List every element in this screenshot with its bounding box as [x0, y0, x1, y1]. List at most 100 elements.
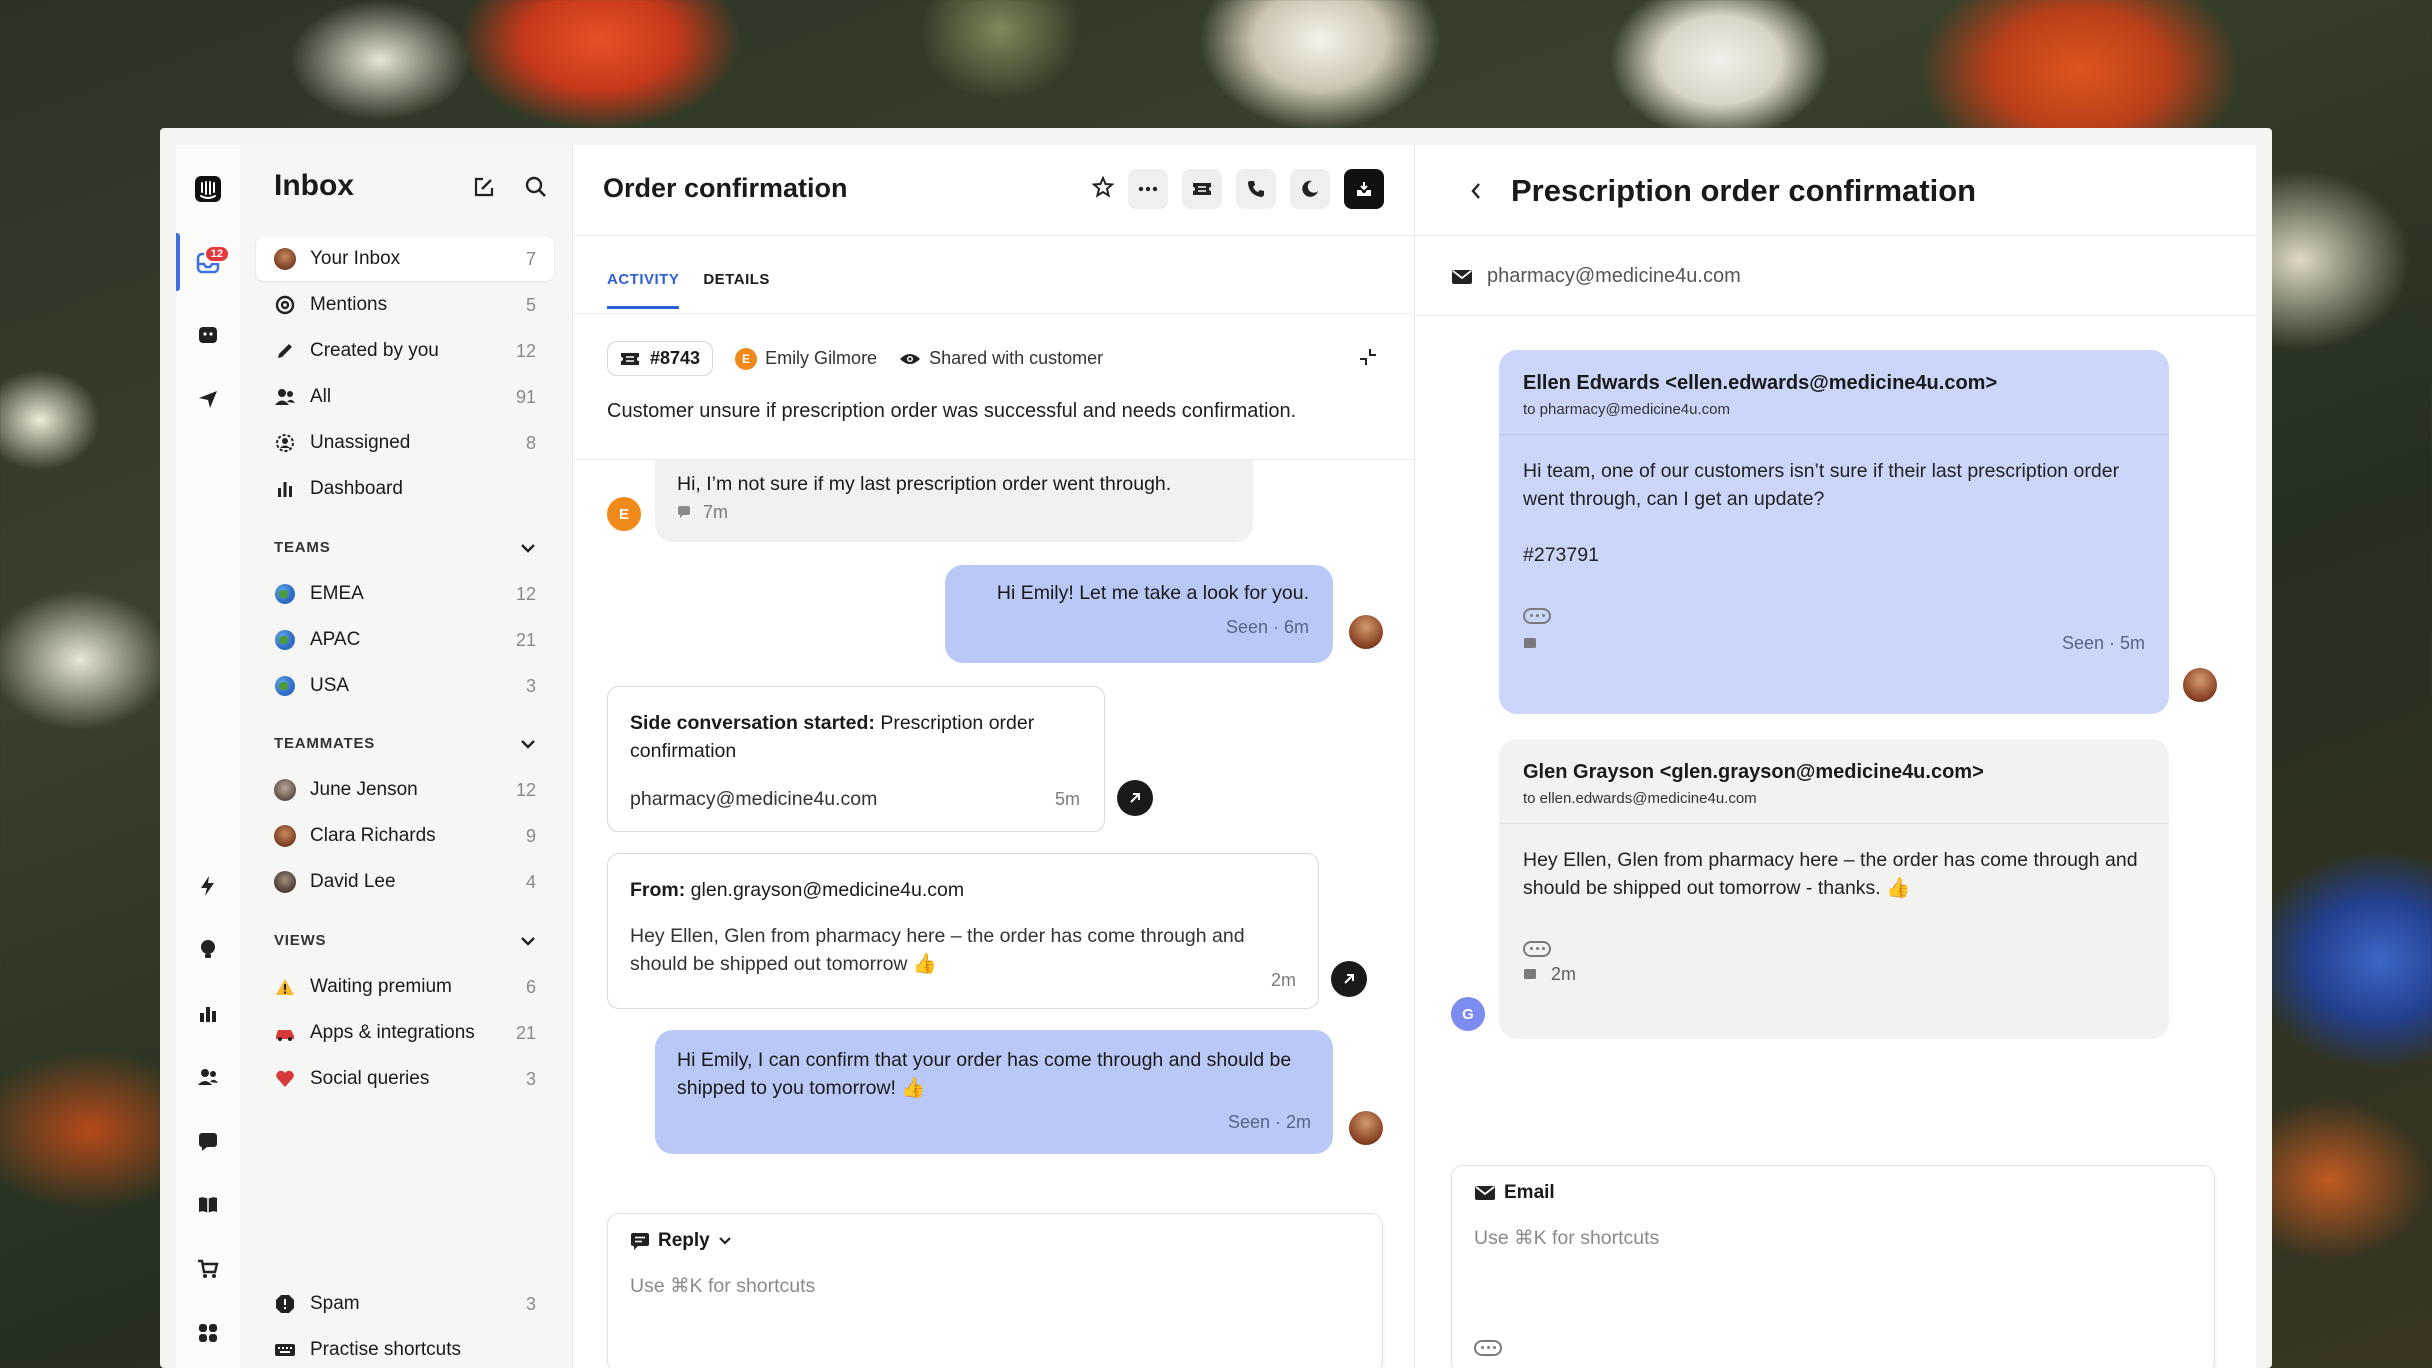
agent-avatar — [1349, 1111, 1383, 1145]
snooze-button[interactable] — [1290, 169, 1330, 209]
email-reply-card[interactable]: From: glen.grayson@medicine4u.com Hey El… — [607, 853, 1319, 1009]
spam-icon — [274, 1293, 296, 1315]
avatar-icon — [274, 248, 296, 270]
sidebar-item-social-queries[interactable]: Social queries 3 — [256, 1057, 554, 1101]
at-icon — [274, 294, 296, 316]
tab-activity[interactable]: ACTIVITY — [607, 271, 680, 309]
customer-chip[interactable]: E Emily Gilmore — [735, 347, 877, 370]
icon-rail: 12 — [176, 145, 240, 1368]
reply-mode-dropdown[interactable]: Reply — [630, 1230, 732, 1252]
sidebar-item-all[interactable]: All 91 — [256, 375, 554, 419]
conversation-title: Order confirmation — [603, 173, 848, 203]
eye-icon — [900, 353, 921, 364]
agent-avatar — [1349, 615, 1383, 649]
email-message: Glen Grayson <glen.grayson@medicine4u.co… — [1499, 739, 2169, 1039]
apps-grid-icon[interactable] — [194, 1319, 222, 1347]
more-formatting-icon[interactable] — [1474, 1336, 1502, 1356]
bot-icon[interactable] — [194, 321, 222, 349]
sidebar-item-practise-shortcuts[interactable]: Practise shortcuts — [256, 1328, 554, 1368]
sidebar-item-created-by-you[interactable]: Created by you 12 — [256, 329, 554, 373]
email-mode-label[interactable]: Email — [1474, 1182, 1555, 1204]
sidebar-item-your-inbox[interactable]: Your Inbox 7 — [256, 237, 554, 281]
shared-with-customer: Shared with customer — [899, 348, 1103, 369]
side-conversation-card[interactable]: Side conversation started: Prescription … — [607, 686, 1105, 832]
inbox-icon[interactable]: 12 — [194, 245, 230, 277]
email-composer[interactable]: Email Use ⌘K for shortcuts — [1451, 1165, 2215, 1368]
chevron-down-icon — [718, 1237, 731, 1245]
compose-icon[interactable] — [472, 175, 496, 204]
sidebar-title: Inbox — [274, 169, 354, 202]
globe-icon — [274, 675, 296, 697]
pencil-icon — [274, 340, 296, 362]
expand-quoted-icon[interactable] — [1523, 597, 2145, 625]
reply-input[interactable]: Use ⌘K for shortcuts — [630, 1274, 815, 1298]
sidebar-item-david-lee[interactable]: David Lee 4 — [256, 860, 554, 904]
inbox-sidebar: Inbox Your Inbox 7 Mentions 5 Created by y… — [240, 145, 572, 1368]
collapse-icon[interactable] — [1358, 347, 1378, 372]
send-icon[interactable] — [194, 385, 222, 413]
active-indicator — [176, 233, 180, 291]
ticket-id-pill[interactable]: #8743 — [607, 341, 714, 376]
inbox-badge: 12 — [203, 245, 230, 263]
search-icon[interactable] — [524, 175, 548, 204]
message-agent: Hi Emily, I can confirm that your order … — [655, 1030, 1333, 1154]
sidebar-item-unassigned[interactable]: Unassigned 8 — [256, 421, 554, 465]
contacts-icon[interactable] — [194, 1063, 222, 1091]
phone-button[interactable] — [1236, 169, 1276, 209]
message-customer: Hi, I’m not sure if my last prescription… — [655, 460, 1253, 542]
messages-icon[interactable] — [194, 1127, 222, 1155]
sidebar-item-emea[interactable]: EMEA 12 — [256, 572, 554, 616]
ticket-button[interactable] — [1182, 169, 1222, 209]
mail-icon — [1524, 638, 1536, 648]
tab-details[interactable]: DETAILS — [703, 271, 770, 309]
ticket-icon — [621, 352, 639, 365]
star-icon[interactable] — [1091, 174, 1115, 203]
side-conversation-title: Prescription order confirmation — [1511, 173, 1977, 208]
more-options-button[interactable] — [1128, 169, 1168, 209]
sidebar-item-apps-integrations[interactable]: Apps & integrations 21 — [256, 1011, 554, 1055]
book-icon[interactable] — [194, 1191, 222, 1219]
open-side-conversation-button[interactable] — [1117, 780, 1153, 816]
chat-icon — [678, 506, 690, 518]
email-message: Ellen Edwards <ellen.edwards@medicine4u.… — [1499, 350, 2169, 714]
expand-quoted-icon[interactable] — [1523, 930, 2145, 958]
lightning-icon[interactable] — [194, 872, 222, 900]
chevron-down-icon[interactable] — [520, 934, 536, 952]
sidebar-item-waiting-premium[interactable]: Waiting premium 6 — [256, 965, 554, 1009]
message-agent: Hi Emily! Let me take a look for you. Se… — [945, 565, 1333, 663]
globe-icon — [274, 629, 296, 651]
sidebar-item-june-jenson[interactable]: June Jenson 12 — [256, 768, 554, 812]
chevron-down-icon[interactable] — [520, 541, 536, 559]
back-icon[interactable] — [1469, 181, 1483, 206]
views-header[interactable]: VIEWS — [274, 932, 326, 949]
side-conversation-panel: Prescription order confirmation pharmacy… — [1414, 145, 2256, 1368]
chevron-down-icon[interactable] — [520, 737, 536, 755]
sidebar-item-clara-richards[interactable]: Clara Richards 9 — [256, 814, 554, 858]
keyboard-icon — [274, 1339, 296, 1361]
open-email-button[interactable] — [1331, 961, 1367, 997]
conversation-summary: Customer unsure if prescription order wa… — [607, 400, 1297, 422]
warning-icon — [274, 976, 296, 998]
cart-icon[interactable] — [194, 1255, 222, 1283]
mail-icon — [1475, 1186, 1495, 1200]
teammates-header[interactable]: TEAMMATES — [274, 735, 375, 752]
sidebar-item-spam[interactable]: Spam 3 — [256, 1282, 554, 1326]
lightbulb-icon[interactable] — [194, 935, 222, 963]
customer-avatar: E — [607, 497, 641, 531]
close-conversation-button[interactable] — [1344, 169, 1384, 209]
reports-icon[interactable] — [194, 1000, 222, 1028]
sidebar-item-mentions[interactable]: Mentions 5 — [256, 283, 554, 327]
bar-chart-icon — [274, 478, 296, 500]
sidebar-item-usa[interactable]: USA 3 — [256, 664, 554, 708]
avatar — [274, 779, 296, 801]
intercom-logo-icon[interactable] — [194, 175, 222, 203]
sidebar-item-dashboard[interactable]: Dashboard — [256, 467, 554, 511]
globe-icon — [274, 583, 296, 605]
email-input[interactable]: Use ⌘K for shortcuts — [1474, 1226, 1659, 1250]
avatar — [274, 871, 296, 893]
side-conversation-address: pharmacy@medicine4u.com — [1451, 265, 1741, 288]
teams-header[interactable]: TEAMS — [274, 539, 331, 556]
sidebar-item-apac[interactable]: APAC 21 — [256, 618, 554, 662]
reply-icon — [631, 1233, 649, 1250]
reply-composer[interactable]: Reply Use ⌘K for shortcuts — [607, 1213, 1383, 1368]
